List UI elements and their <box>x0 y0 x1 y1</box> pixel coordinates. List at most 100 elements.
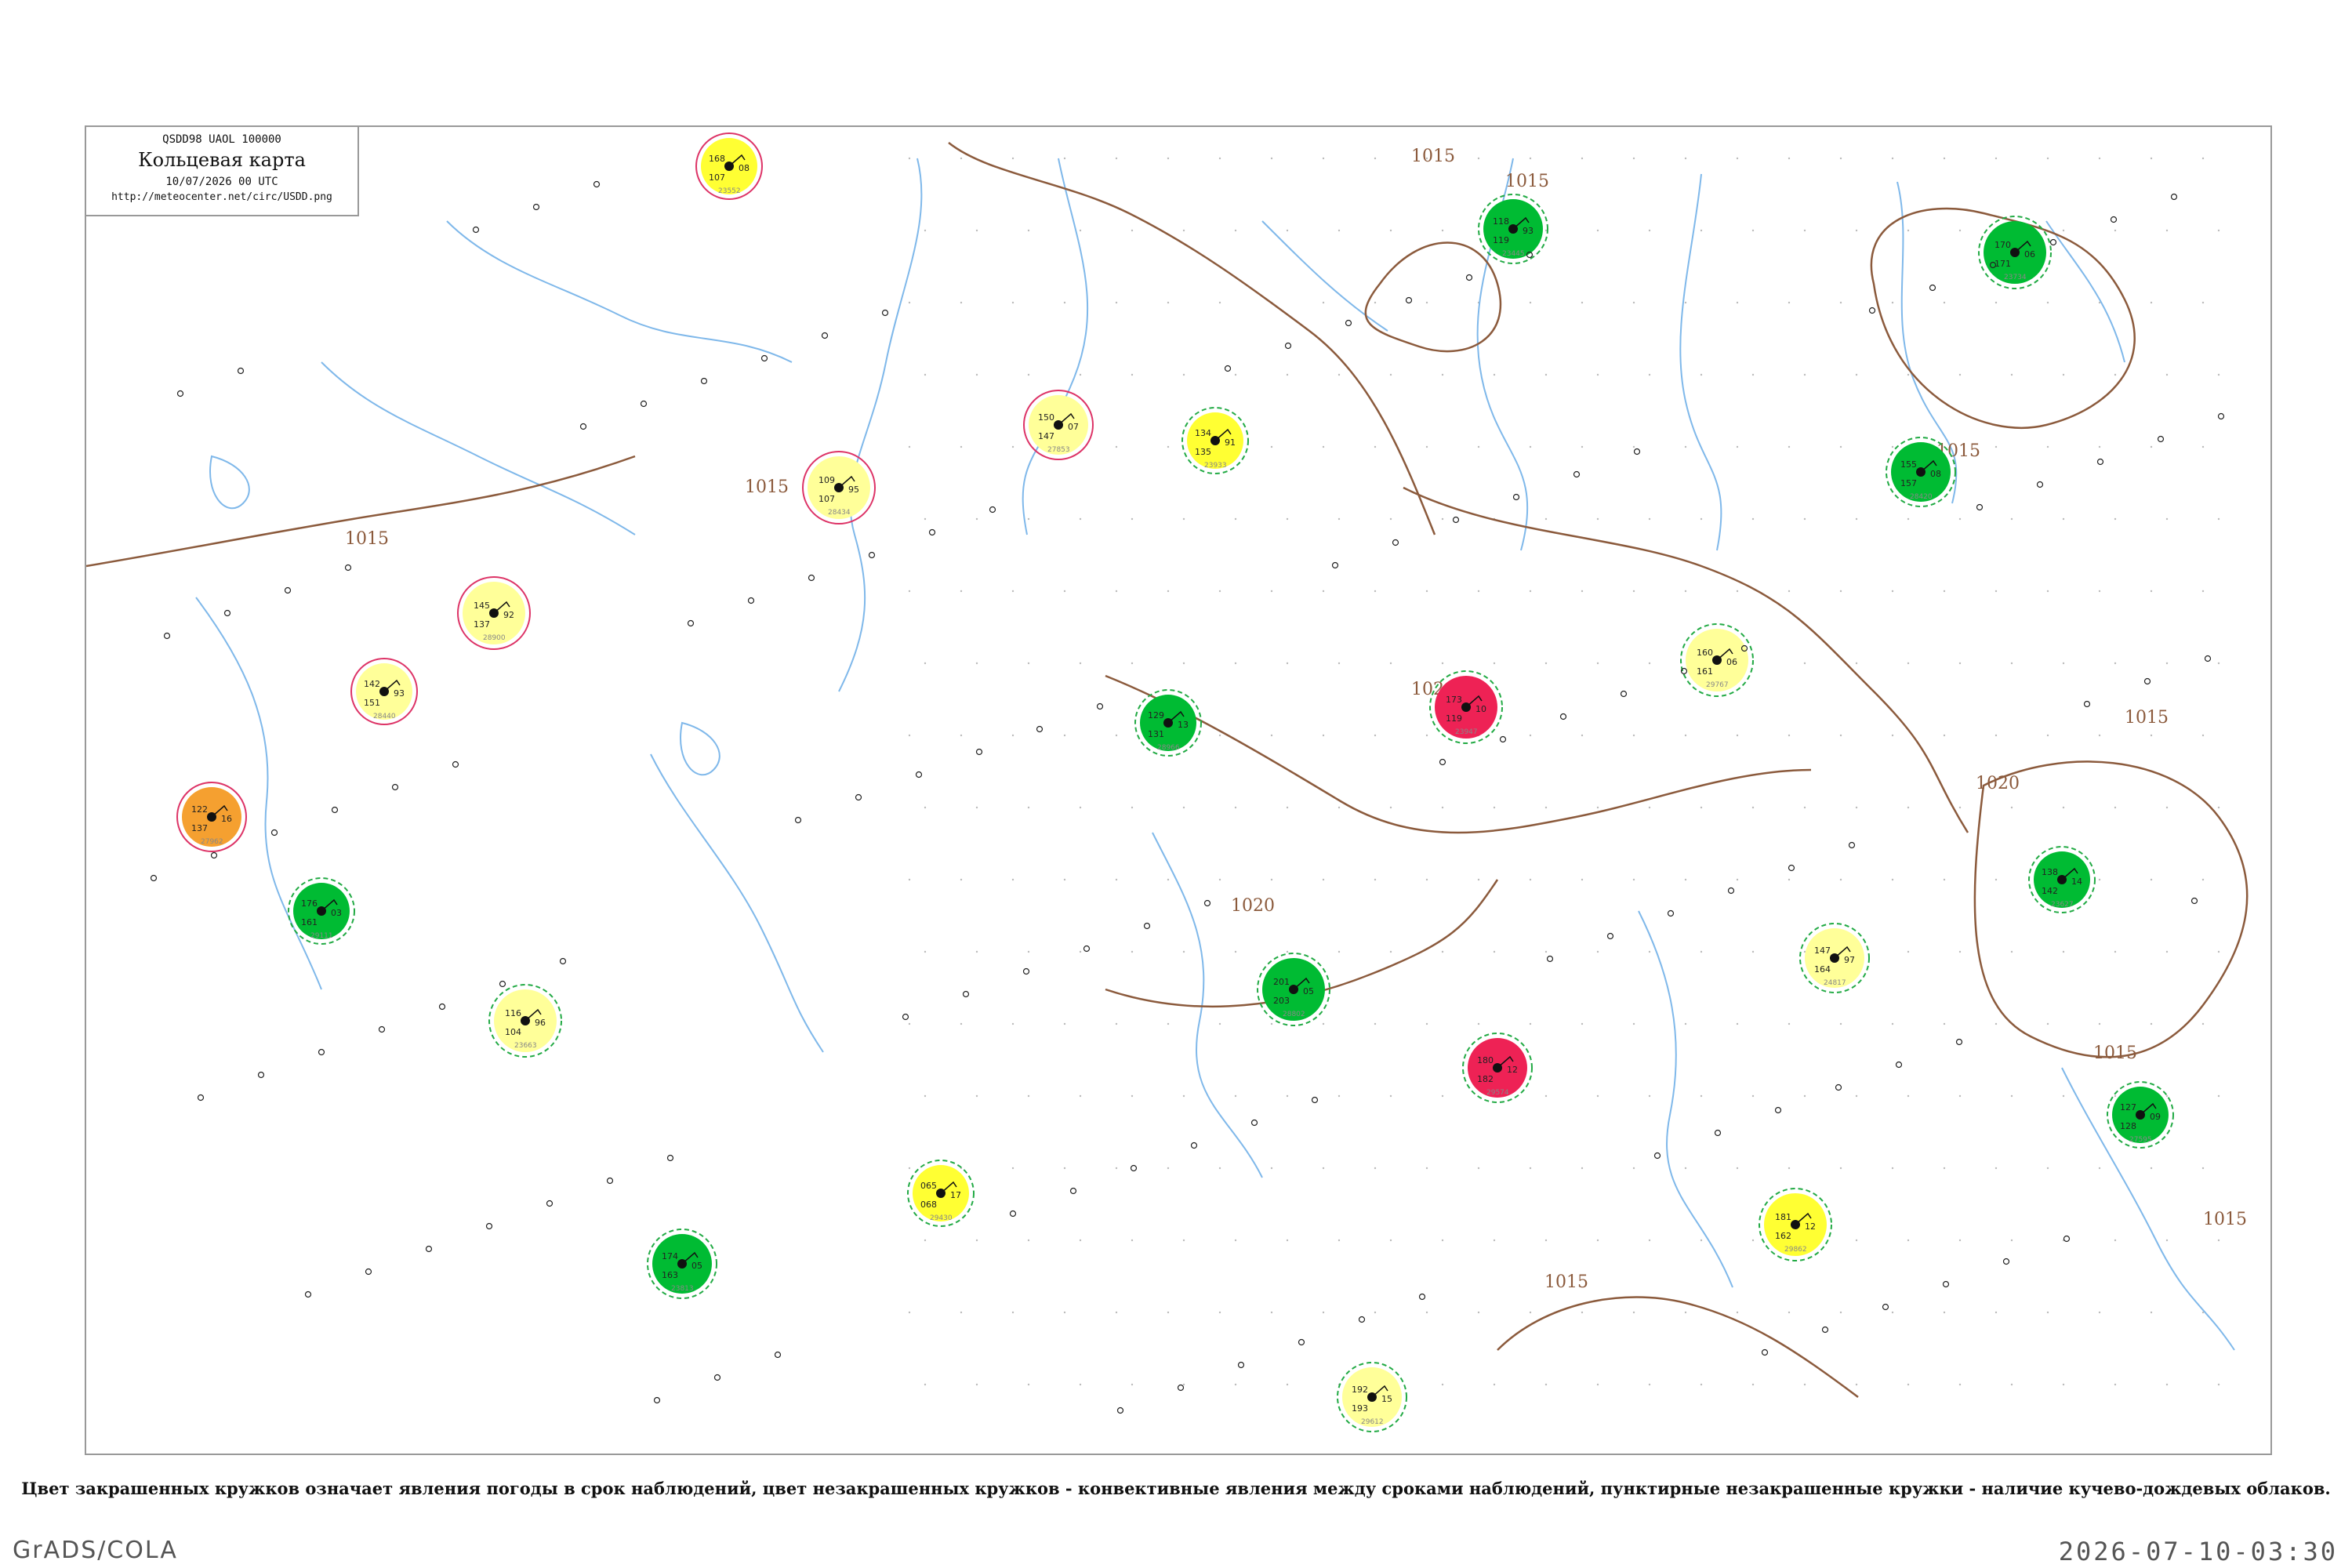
graticule-dot <box>2046 301 2049 304</box>
graticule-dot <box>1994 590 1998 593</box>
graticule-dot <box>2062 1094 2065 1098</box>
station-id: 28900 <box>483 634 506 642</box>
graticule-dot <box>1596 517 1599 521</box>
minor-station-marker <box>1083 945 1091 953</box>
graticule-dot <box>1907 229 1910 232</box>
graticule-dot <box>1027 662 1030 665</box>
station-id: 23627 <box>2051 901 2074 909</box>
map-canvas[interactable]: 1015101510151015101510151020102010201015… <box>86 127 2270 1454</box>
minor-station-marker <box>821 332 829 339</box>
minor-station-marker <box>559 957 567 965</box>
station-dewpoint: 07 <box>1068 422 1079 432</box>
graticule-dot <box>1529 301 1532 304</box>
graticule-dot <box>1891 445 1894 448</box>
minor-station-marker <box>452 760 459 768</box>
graticule-dot <box>1943 1022 1946 1025</box>
graticule-dot <box>1286 950 1289 953</box>
graticule-dot <box>1788 157 1791 160</box>
graticule-dot <box>1958 517 1962 521</box>
graticule-dot <box>1115 878 1118 881</box>
graticule-dot <box>2010 517 2013 521</box>
graticule-dot <box>1027 806 1030 809</box>
map-url[interactable]: http://meteocenter.net/circ/USDD.png <box>86 191 358 203</box>
minor-station-marker <box>1633 448 1641 456</box>
graticule-dot <box>1994 1022 1998 1025</box>
lake-1 <box>209 455 250 510</box>
graticule-dot <box>1079 806 1082 809</box>
graticule-dot <box>1270 734 1273 737</box>
station-dewpoint: 03 <box>331 908 342 918</box>
minor-station-marker <box>2190 897 2198 905</box>
map-title: Кольцевая карта <box>138 149 306 171</box>
graticule-dot <box>960 157 963 160</box>
graticule-dot <box>1441 1239 1444 1242</box>
minor-station-marker <box>1761 1348 1769 1356</box>
graticule-dot <box>1270 590 1273 593</box>
graticule-dot <box>2114 806 2117 809</box>
map-frame[interactable]: 1015 1015 1015 1015 1015 1015 1020 1020 1020 1015… <box>85 125 2272 1455</box>
graticule-dot <box>1477 878 1480 881</box>
minor-station-marker <box>868 551 876 559</box>
graticule-dot <box>1493 373 1496 376</box>
graticule-dot <box>1234 229 1237 232</box>
graticule-dot <box>1234 806 1237 809</box>
graticule-dot <box>1079 229 1082 232</box>
station-dewpoint: 08 <box>739 163 750 173</box>
station-temp: 109 <box>818 475 835 485</box>
graticule-dot <box>2201 878 2205 881</box>
graticule-dot <box>1684 878 1687 881</box>
minor-station-marker <box>640 400 648 408</box>
station-pressure: 157 <box>1900 478 1917 488</box>
station-dewpoint: 08 <box>1930 469 1941 479</box>
graticule-dot <box>1700 1094 1703 1098</box>
minor-station-marker <box>1392 539 1399 546</box>
minor-station-marker <box>1311 1096 1319 1104</box>
graticule-dot <box>2114 950 2117 953</box>
graticule-dot <box>1907 1383 1910 1386</box>
graticule-dot <box>1994 301 1998 304</box>
station-dewpoint: 97 <box>1844 955 1855 965</box>
graticule-dot <box>1529 734 1532 737</box>
graticule-dot <box>1648 806 1651 809</box>
station-temp: 168 <box>709 154 725 164</box>
graticule-dot <box>1322 734 1325 737</box>
station-dewpoint: 91 <box>1225 437 1236 448</box>
station-temp: 116 <box>505 1008 521 1018</box>
lake-2 <box>680 721 720 776</box>
graticule-dot <box>1425 590 1428 593</box>
graticule-dot <box>1182 1239 1185 1242</box>
station-pressure: 171 <box>1994 259 2011 269</box>
station-id: 28420 <box>1910 493 1933 501</box>
graticule-dot <box>2150 301 2153 304</box>
minor-station-marker <box>2170 193 2178 201</box>
minor-station-marker <box>1573 470 1581 478</box>
minor-station-marker <box>1848 841 1856 849</box>
graticule-dot <box>1855 662 1858 665</box>
graticule-dot <box>2062 662 2065 665</box>
graticule-dot <box>1389 517 1392 521</box>
graticule-dot <box>1632 157 1635 160</box>
graticule-dot <box>2165 229 2169 232</box>
graticule-dot <box>1115 301 1118 304</box>
graticule-dot <box>1234 373 1237 376</box>
minor-station-marker <box>962 990 970 998</box>
minor-station-marker <box>1835 1083 1842 1091</box>
station-temp: 147 <box>1814 946 1831 956</box>
graticule-dot <box>1338 662 1341 665</box>
minor-station-marker <box>237 367 245 375</box>
graticule-dot <box>1544 662 1548 665</box>
graticule-dot <box>1544 1094 1548 1098</box>
graticule-dot <box>960 301 963 304</box>
minor-station-marker <box>1667 909 1675 917</box>
graticule-dot <box>1425 1022 1428 1025</box>
graticule-dot <box>2062 806 2065 809</box>
graticule-dot <box>1063 878 1066 881</box>
graticule-dot <box>1374 157 1377 160</box>
graticule-dot <box>2150 445 2153 448</box>
minor-station-marker <box>1250 1119 1258 1127</box>
graticule-dot <box>1544 806 1548 809</box>
graticule-dot <box>1425 301 1428 304</box>
station-id: 29574 <box>1486 1089 1509 1097</box>
graticule-dot <box>908 734 911 737</box>
graticule-dot <box>1493 662 1496 665</box>
